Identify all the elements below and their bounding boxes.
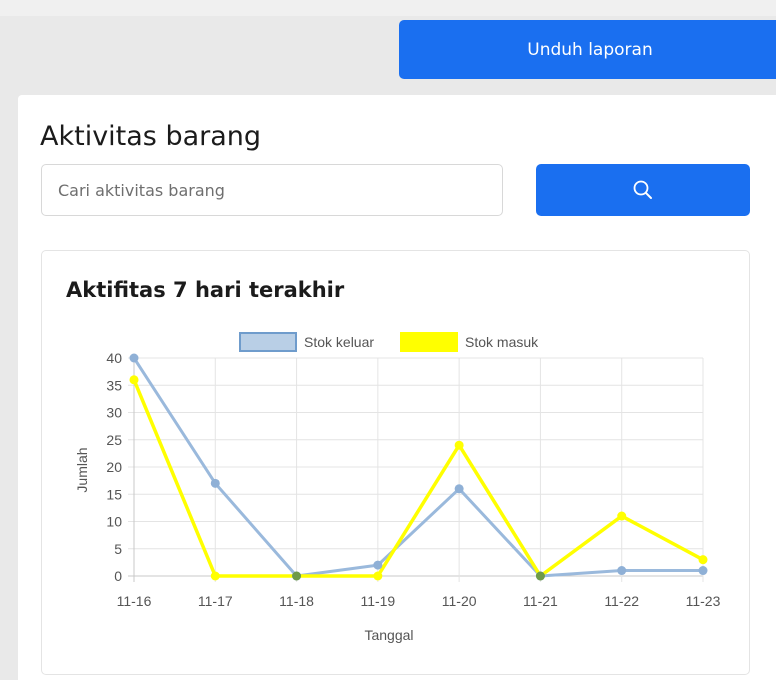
data-point-stok-masuk	[617, 511, 627, 521]
data-point-stok-masuk	[454, 440, 464, 450]
x-tick-label: 11-20	[442, 593, 477, 609]
data-point-stok-keluar	[210, 478, 220, 488]
data-point-stok-masuk	[698, 555, 708, 565]
y-tick-label: 20	[106, 459, 122, 475]
y-tick-label: 5	[114, 541, 122, 557]
data-point-stok-masuk	[535, 571, 545, 581]
x-tick-label: 11-19	[360, 593, 395, 609]
download-report-button[interactable]: Unduh laporan	[399, 20, 776, 79]
x-tick-label: 11-18	[279, 593, 314, 609]
y-tick-label: 35	[106, 377, 122, 393]
x-tick-label: 11-22	[604, 593, 639, 609]
series-line-stok-masuk	[132, 379, 704, 578]
y-tick-label: 15	[106, 486, 122, 502]
top-background	[0, 0, 776, 16]
search-icon	[633, 180, 652, 199]
data-point-stok-keluar	[454, 484, 464, 494]
download-report-label: Unduh laporan	[527, 39, 653, 60]
x-tick-label: 11-21	[523, 593, 558, 609]
legend-label: Stok keluar	[304, 334, 374, 350]
data-point-stok-masuk	[373, 571, 383, 581]
legend-label: Stok masuk	[465, 334, 539, 350]
y-tick-label: 10	[106, 514, 122, 530]
item-activity-panel: Aktivitas barang Aktifitas 7 hari terakh…	[18, 95, 776, 680]
y-tick-label: 0	[114, 568, 122, 584]
chart-grid	[128, 357, 704, 582]
legend-swatch	[239, 332, 297, 352]
search-input[interactable]	[41, 164, 503, 216]
data-point-stok-masuk	[210, 571, 220, 581]
data-point-stok-keluar	[373, 560, 383, 570]
x-tick-label: 11-17	[198, 593, 233, 609]
page-title: Aktivitas barang	[40, 121, 262, 152]
data-point-stok-keluar	[617, 566, 627, 576]
chart-card: Aktifitas 7 hari terakhir 0 5 10 15 20 25 30 35…	[41, 250, 750, 675]
activity-line-chart: 0 5 10 15 20 25 30 35 40 11-16 11-17 11-18 11-19 11-2…	[74, 332, 721, 643]
x-tick-label: 11-16	[117, 593, 152, 609]
search-button[interactable]	[536, 164, 750, 216]
x-axis-label: Tanggal	[364, 627, 413, 643]
chart-legend: Stok keluar Stok masuk	[239, 332, 539, 352]
y-tick-label: 30	[106, 405, 122, 421]
x-tick-label: 11-23	[686, 593, 721, 609]
y-axis-label: Jumlah	[74, 447, 90, 492]
data-point-stok-keluar	[698, 566, 708, 576]
data-point-stok-keluar	[129, 353, 139, 363]
data-point-stok-masuk	[292, 571, 302, 581]
y-tick-label: 25	[106, 432, 122, 448]
y-tick-label: 40	[106, 350, 122, 366]
legend-swatch	[400, 332, 458, 352]
data-point-stok-masuk	[129, 375, 139, 385]
